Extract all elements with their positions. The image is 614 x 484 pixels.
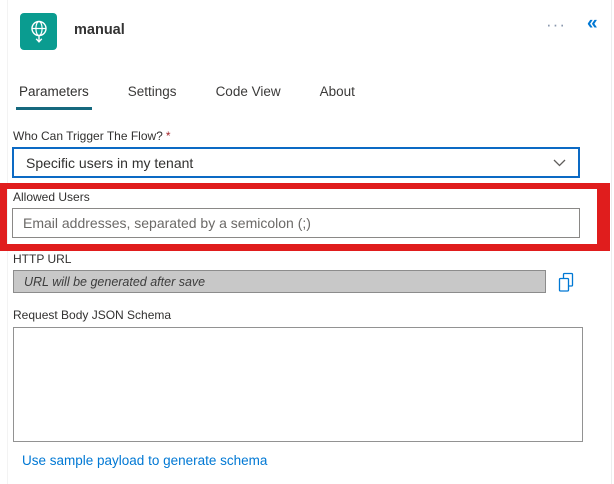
allowed-users-label: Allowed Users xyxy=(13,190,90,204)
panel-right-border xyxy=(611,0,612,484)
schema-label: Request Body JSON Schema xyxy=(13,308,171,322)
trigger-scope-selected-value: Specific users in my tenant xyxy=(26,155,553,171)
trigger-title: manual xyxy=(74,22,125,38)
tab-parameters[interactable]: Parameters xyxy=(16,84,92,110)
manual-trigger-connector-icon xyxy=(20,13,57,50)
tab-about[interactable]: About xyxy=(317,84,358,110)
schema-editor[interactable] xyxy=(13,327,583,442)
required-asterisk: * xyxy=(166,129,171,143)
trigger-scope-dropdown[interactable]: Specific users in my tenant xyxy=(12,147,580,178)
allowed-users-input[interactable] xyxy=(12,208,580,238)
copy-icon xyxy=(556,272,576,293)
tab-bar: Parameters Settings Code View About xyxy=(16,84,358,110)
collapse-panel-icon[interactable]: « xyxy=(587,14,598,33)
tab-code-view[interactable]: Code View xyxy=(213,84,284,110)
copy-url-button[interactable] xyxy=(554,270,578,294)
chevron-down-icon xyxy=(553,159,566,167)
tab-settings[interactable]: Settings xyxy=(125,84,180,110)
more-options-icon[interactable]: ··· xyxy=(546,16,566,33)
http-url-readonly-field: URL will be generated after save xyxy=(13,270,546,293)
http-url-label: HTTP URL xyxy=(13,252,71,266)
trigger-settings-panel: manual ··· « Parameters Settings Code Vi… xyxy=(0,0,614,484)
use-sample-payload-link[interactable]: Use sample payload to generate schema xyxy=(22,453,267,468)
panel-left-border xyxy=(7,0,8,484)
globe-touch-icon xyxy=(26,18,52,46)
trigger-scope-label: Who Can Trigger The Flow?* xyxy=(13,129,171,143)
